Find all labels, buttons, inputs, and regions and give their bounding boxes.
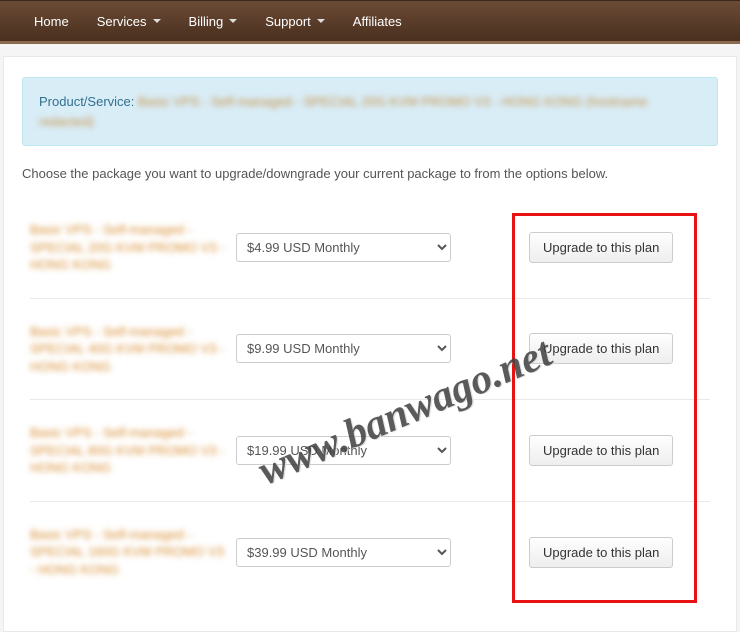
nav-billing[interactable]: Billing — [175, 3, 252, 40]
nav-home[interactable]: Home — [20, 3, 83, 40]
nav-support-label: Support — [265, 14, 311, 29]
plan-price-select[interactable]: $19.99 USD Monthly — [236, 436, 451, 465]
nav-support[interactable]: Support — [251, 3, 339, 40]
chevron-down-icon — [153, 19, 161, 23]
upgrade-button[interactable]: Upgrade to this plan — [529, 537, 673, 568]
chevron-down-icon — [229, 19, 237, 23]
upgrade-button[interactable]: Upgrade to this plan — [529, 232, 673, 263]
upgrade-button[interactable]: Upgrade to this plan — [529, 333, 673, 364]
plan-row: Basic VPS - Self-managed - SPECIAL 160G … — [30, 502, 710, 603]
plan-price-select[interactable]: $9.99 USD Monthly — [236, 334, 451, 363]
plan-price-select[interactable]: $4.99 USD Monthly — [236, 233, 451, 262]
plan-name: Basic VPS - Self-managed - SPECIAL 80G K… — [30, 424, 230, 477]
chevron-down-icon — [317, 19, 325, 23]
upgrade-button[interactable]: Upgrade to this plan — [529, 435, 673, 466]
nav-services-label: Services — [97, 14, 147, 29]
nav-services[interactable]: Services — [83, 3, 175, 40]
main-navbar: Home Services Billing Support Affiliates — [0, 0, 740, 44]
product-service-info: Product/Service: Basic VPS - Self-manage… — [22, 77, 718, 146]
content-area: Product/Service: Basic VPS - Self-manage… — [3, 56, 737, 632]
plan-name: Basic VPS - Self-managed - SPECIAL 160G … — [30, 526, 230, 579]
plan-price-select[interactable]: $39.99 USD Monthly — [236, 538, 451, 567]
plan-name: Basic VPS - Self-managed - SPECIAL 40G K… — [30, 323, 230, 376]
nav-home-label: Home — [34, 14, 69, 29]
nav-affiliates[interactable]: Affiliates — [339, 3, 416, 40]
plan-name: Basic VPS - Self-managed - SPECIAL 20G K… — [30, 221, 230, 274]
instructions-text: Choose the package you want to upgrade/d… — [22, 166, 718, 181]
plan-row: Basic VPS - Self-managed - SPECIAL 20G K… — [30, 197, 710, 299]
nav-billing-label: Billing — [189, 14, 224, 29]
plan-row: Basic VPS - Self-managed - SPECIAL 80G K… — [30, 400, 710, 502]
plan-row: Basic VPS - Self-managed - SPECIAL 40G K… — [30, 299, 710, 401]
product-service-label: Product/Service: — [39, 94, 134, 109]
nav-affiliates-label: Affiliates — [353, 14, 402, 29]
upgrade-plan-table: Basic VPS - Self-managed - SPECIAL 20G K… — [22, 197, 718, 611]
